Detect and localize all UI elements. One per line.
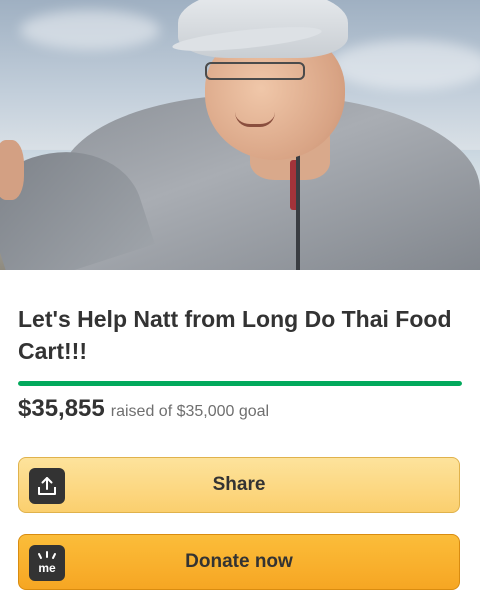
donate-button[interactable]: me Donate now [18,534,460,590]
campaign-title: Let's Help Natt from Long Do Thai Food C… [18,306,452,364]
goal-text: raised of $35,000 goal [110,403,270,420]
raised-summary: $35,855 raised of $35,000 goal [18,395,269,423]
funding-progress-fill [18,381,462,386]
funding-progress-bar [18,381,462,386]
donate-button-label: Donate now [185,551,293,572]
share-button-label: Share [212,474,266,495]
gofundme-me-icon: me [29,545,65,581]
campaign-hero-image [0,0,480,270]
amount-raised: $35,855 [18,395,105,422]
donate-icon-text: me [38,561,56,575]
share-upload-icon [29,468,65,504]
share-button[interactable]: Share [18,457,460,513]
